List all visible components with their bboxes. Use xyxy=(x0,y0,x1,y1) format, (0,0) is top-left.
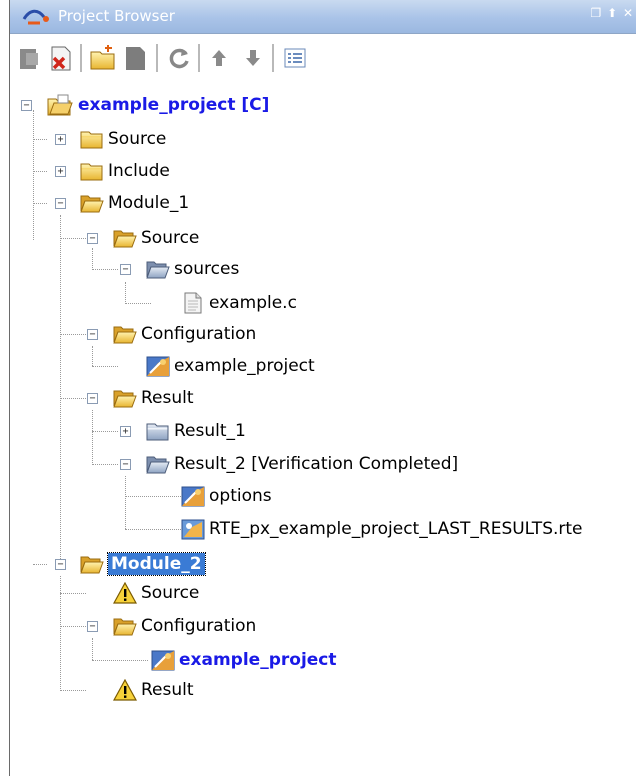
tree-node-label: Source xyxy=(141,583,200,603)
tree-line xyxy=(60,215,61,565)
tree-node-module-1[interactable]: Module_1 xyxy=(80,188,189,218)
tree-line xyxy=(92,346,93,366)
tree-node-example-c[interactable]: example.c xyxy=(181,288,297,318)
folder-open-icon xyxy=(113,387,137,409)
tree-line xyxy=(60,334,86,335)
expand-toggle[interactable]: + xyxy=(55,134,66,145)
project-folder-icon xyxy=(46,94,74,116)
tree-line xyxy=(92,248,93,268)
folder-open-icon xyxy=(80,192,104,214)
rte-file-icon xyxy=(181,518,205,540)
tree-line xyxy=(92,366,118,367)
tree-node-label: example_project [C] xyxy=(78,95,270,115)
tree-line xyxy=(33,110,34,240)
configuration-icon xyxy=(151,649,175,671)
tree-line xyxy=(92,269,118,270)
folder-blue-open-icon xyxy=(146,453,170,475)
tree-node-module-2[interactable]: Module_2 xyxy=(80,549,206,579)
tree-node-label: Include xyxy=(108,161,170,181)
tree-line xyxy=(92,660,148,661)
tree-node-source[interactable]: Source xyxy=(80,124,166,154)
tree-line xyxy=(60,398,86,399)
tree-node-module1-source[interactable]: Source xyxy=(113,223,199,253)
folder-blue-open-icon xyxy=(146,258,170,280)
folder-open-icon xyxy=(113,615,137,637)
tree-node-module1-result[interactable]: Result xyxy=(113,383,194,413)
tree-node-result-1[interactable]: Result_1 xyxy=(146,416,246,446)
collapse-toggle[interactable]: − xyxy=(120,264,131,275)
tree-line xyxy=(125,282,126,302)
tree-line xyxy=(125,476,126,529)
folder-blue-icon xyxy=(146,420,170,442)
tree-line xyxy=(33,203,47,204)
tree-node-label: Configuration xyxy=(141,616,257,636)
collapse-toggle[interactable]: − xyxy=(120,459,131,470)
tree-node-options[interactable]: options xyxy=(181,481,272,511)
tree-line xyxy=(92,431,118,432)
collapse-toggle[interactable]: − xyxy=(55,198,66,209)
folder-open-icon xyxy=(113,323,137,345)
expand-toggle[interactable]: + xyxy=(120,426,131,437)
tree-node-include[interactable]: Include xyxy=(80,156,170,186)
tree-line xyxy=(60,690,86,691)
tree-node-label-selected: Module_2 xyxy=(107,552,206,576)
warning-icon xyxy=(113,679,137,701)
tree-node-module2-source[interactable]: Source xyxy=(113,578,199,608)
collapse-toggle[interactable]: − xyxy=(55,559,66,570)
tree-node-label: Result xyxy=(141,680,194,700)
tree-node-label: example_project xyxy=(174,356,315,376)
warning-icon xyxy=(113,582,137,604)
tree-node-label: Configuration xyxy=(141,324,257,344)
tree-node-label: Result_1 xyxy=(174,421,246,441)
collapse-toggle[interactable]: − xyxy=(87,329,98,340)
tree-node-sources[interactable]: sources xyxy=(146,254,239,284)
tree-node-root[interactable]: example_project [C] xyxy=(46,90,269,120)
tree-node-module1-config-item[interactable]: example_project xyxy=(146,351,315,381)
tree-line xyxy=(92,638,93,660)
folder-closed-icon xyxy=(80,128,104,150)
configuration-icon xyxy=(181,485,205,507)
tree-node-label: Source xyxy=(108,129,167,149)
collapse-toggle[interactable]: − xyxy=(87,621,98,632)
tree-node-module2-result[interactable]: Result xyxy=(113,675,194,705)
tree-line xyxy=(125,303,151,304)
folder-open-icon xyxy=(113,227,137,249)
tree-node-label: Result xyxy=(141,388,194,408)
tree-line xyxy=(92,464,118,465)
tree-line xyxy=(33,139,47,140)
tree-node-label: Module_1 xyxy=(108,193,190,213)
tree-node-label: RTE_px_example_project_LAST_RESULTS.rte xyxy=(209,519,583,539)
expand-toggle[interactable]: + xyxy=(55,166,66,177)
tree-line xyxy=(92,410,93,465)
tree-node-label: Result_2 [Verification Completed] xyxy=(174,454,459,474)
tree-line xyxy=(60,626,86,627)
file-icon xyxy=(181,292,205,314)
tree-line xyxy=(33,564,47,565)
tree-line xyxy=(60,593,86,594)
configuration-icon xyxy=(146,355,170,377)
tree-line xyxy=(125,529,185,530)
tree-line xyxy=(60,238,86,239)
tree-line xyxy=(33,171,47,172)
collapse-toggle[interactable]: − xyxy=(87,233,98,244)
tree-node-label: example.c xyxy=(209,293,297,313)
tree-node-result-2[interactable]: Result_2 [Verification Completed] xyxy=(146,449,458,479)
tree-node-label: Source xyxy=(141,228,200,248)
folder-closed-icon xyxy=(80,160,104,182)
tree-node-module2-config-item[interactable]: example_project xyxy=(151,645,337,675)
tree-node-label: example_project xyxy=(179,650,337,670)
folder-open-icon xyxy=(80,553,104,575)
tree-node-label: options xyxy=(209,486,272,506)
project-tree: − + + − − − − − + − − − example_project … xyxy=(0,0,636,776)
tree-node-label: sources xyxy=(174,259,240,279)
tree-node-module1-configuration[interactable]: Configuration xyxy=(113,319,256,349)
collapse-toggle[interactable]: − xyxy=(87,393,98,404)
tree-node-rte-file[interactable]: RTE_px_example_project_LAST_RESULTS.rte xyxy=(181,514,583,544)
tree-line xyxy=(125,496,185,497)
tree-node-module2-configuration[interactable]: Configuration xyxy=(113,611,256,641)
collapse-toggle[interactable]: − xyxy=(21,100,32,111)
